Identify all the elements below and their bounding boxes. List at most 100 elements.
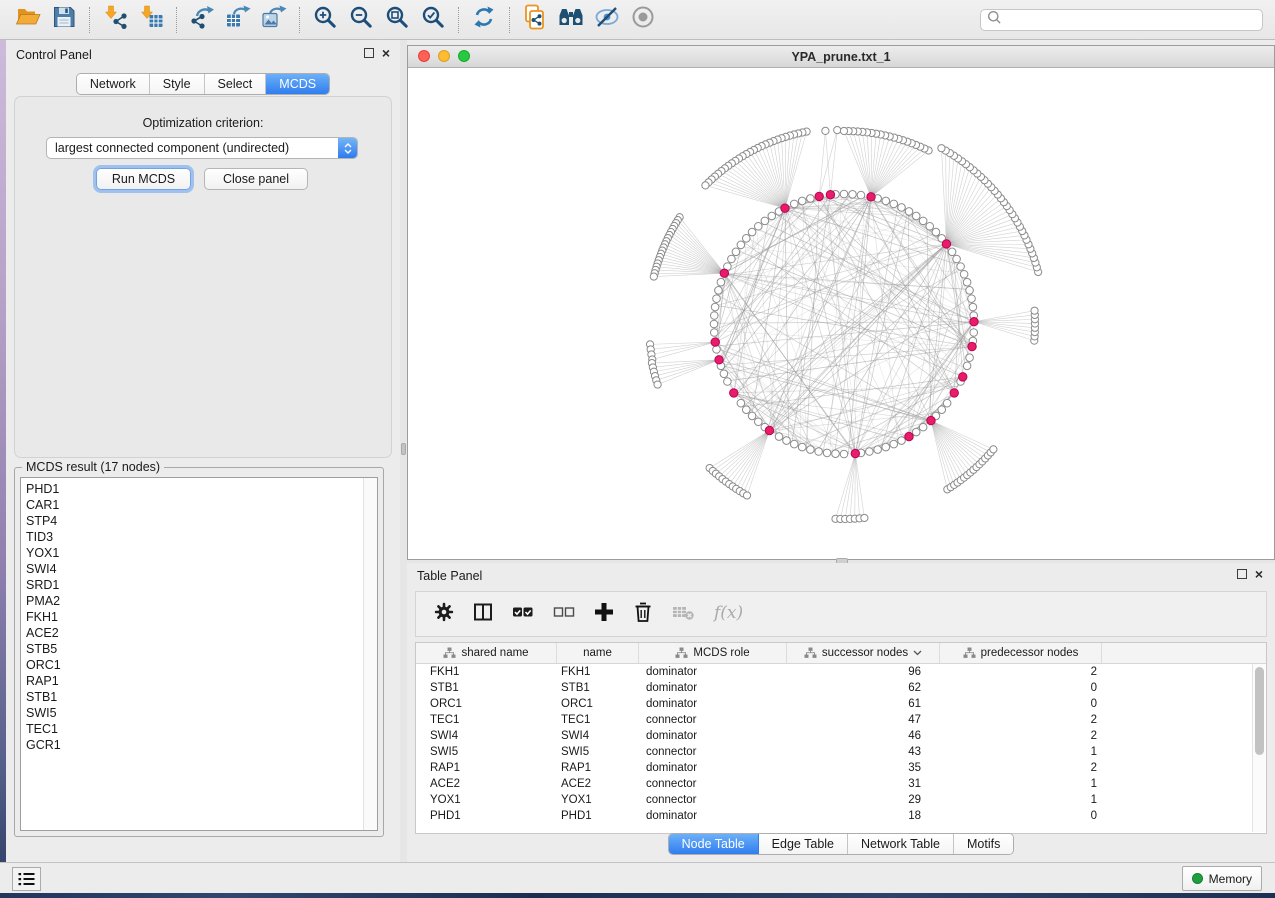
close-panel-icon[interactable]: × bbox=[1255, 569, 1263, 579]
zoom-out-button[interactable] bbox=[343, 4, 379, 36]
column-header-mcds-role[interactable]: MCDS role bbox=[639, 643, 787, 663]
list-item[interactable]: CAR1 bbox=[21, 497, 377, 513]
refresh-button[interactable] bbox=[466, 4, 502, 36]
criterion-dropdown[interactable]: largest connected component (undirected) bbox=[46, 137, 358, 159]
deselect-all-button[interactable] bbox=[552, 601, 576, 628]
list-item[interactable]: PMA2 bbox=[21, 593, 377, 609]
list-item[interactable]: GCR1 bbox=[21, 737, 377, 753]
float-panel-icon[interactable] bbox=[364, 48, 374, 58]
table-scrollbar[interactable] bbox=[1252, 664, 1266, 832]
search-input[interactable] bbox=[1006, 12, 1262, 28]
window-zoom-icon[interactable] bbox=[458, 50, 470, 62]
list-item[interactable]: STP4 bbox=[21, 513, 377, 529]
table-settings-button[interactable] bbox=[433, 601, 455, 628]
list-item[interactable]: STB5 bbox=[21, 641, 377, 657]
control-panel-title: Control Panel bbox=[16, 48, 92, 62]
tab-select[interactable]: Select bbox=[205, 74, 267, 94]
export-image-button[interactable] bbox=[256, 4, 292, 36]
toolbar-separator bbox=[509, 7, 510, 33]
network-window-titlebar[interactable]: YPA_prune.txt_1 bbox=[408, 46, 1274, 68]
import-network-button[interactable] bbox=[97, 4, 133, 36]
new-network-from-selection-button[interactable] bbox=[517, 4, 553, 36]
table-row[interactable]: PHD1PHD1dominator180 bbox=[416, 808, 1266, 824]
list-item[interactable]: SRD1 bbox=[21, 577, 377, 593]
delete-column-button[interactable] bbox=[671, 601, 695, 628]
close-panel-icon[interactable]: × bbox=[382, 48, 390, 58]
save-icon bbox=[52, 5, 76, 34]
search-field[interactable] bbox=[980, 9, 1263, 31]
column-header-shared-name[interactable]: shared name bbox=[416, 643, 557, 663]
toolbar-separator bbox=[89, 7, 90, 33]
scrollbar-thumb[interactable] bbox=[1255, 667, 1264, 755]
tab-network[interactable]: Network bbox=[77, 74, 150, 94]
list-item[interactable]: STB1 bbox=[21, 689, 377, 705]
search-icon bbox=[987, 10, 1002, 30]
table-row[interactable]: STB1STB1dominator620 bbox=[416, 680, 1266, 696]
export-network-button[interactable] bbox=[184, 4, 220, 36]
desktop-wallpaper-bottom bbox=[0, 893, 1275, 898]
run-mcds-button[interactable]: Run MCDS bbox=[96, 168, 191, 190]
table-row[interactable]: SWI4SWI4dominator462 bbox=[416, 728, 1266, 744]
table-row[interactable]: YOX1YOX1connector291 bbox=[416, 792, 1266, 808]
list-item[interactable]: TEC1 bbox=[21, 721, 377, 737]
tab-style[interactable]: Style bbox=[150, 74, 205, 94]
hide-selected-button[interactable] bbox=[589, 4, 625, 36]
hierarchy-icon bbox=[675, 647, 688, 659]
add-column-button[interactable] bbox=[593, 601, 615, 628]
toolbar-separator bbox=[458, 7, 459, 33]
mcds-result-list[interactable]: PHD1CAR1STP4TID3YOX1SWI4SRD1PMA2FKH1ACE2… bbox=[20, 477, 378, 831]
table-row[interactable]: FKH1FKH1dominator962 bbox=[416, 664, 1266, 680]
list-item[interactable]: SWI5 bbox=[21, 705, 377, 721]
list-item[interactable]: ACE2 bbox=[21, 625, 377, 641]
table-row[interactable]: SWI5SWI5connector431 bbox=[416, 744, 1266, 760]
fit-content-button[interactable] bbox=[379, 4, 415, 36]
window-close-icon[interactable] bbox=[418, 50, 430, 62]
save-session-button[interactable] bbox=[46, 4, 82, 36]
tab-network-table[interactable]: Network Table bbox=[848, 834, 954, 854]
import-table-button[interactable] bbox=[133, 4, 169, 36]
memory-button[interactable]: Memory bbox=[1182, 866, 1262, 891]
show-all-button[interactable] bbox=[625, 4, 661, 36]
table-row[interactable]: ACE2ACE2connector311 bbox=[416, 776, 1266, 792]
column-header-name[interactable]: name bbox=[557, 643, 639, 663]
function-builder-button[interactable]: f(x) bbox=[712, 600, 748, 629]
delete-button[interactable] bbox=[632, 601, 654, 628]
open-file-button[interactable] bbox=[10, 4, 46, 36]
zoom-in-button[interactable] bbox=[307, 4, 343, 36]
show-panels-button[interactable] bbox=[12, 867, 41, 891]
export-table-button[interactable] bbox=[220, 4, 256, 36]
table-row[interactable]: RAP1RAP1dominator352 bbox=[416, 760, 1266, 776]
select-all-button[interactable] bbox=[511, 601, 535, 628]
tab-motifs[interactable]: Motifs bbox=[954, 834, 1013, 854]
table-row[interactable]: TEC1TEC1connector472 bbox=[416, 712, 1266, 728]
list-item[interactable]: SWI4 bbox=[21, 561, 377, 577]
hierarchy-icon bbox=[963, 647, 976, 659]
column-header-successor-nodes[interactable]: successor nodes bbox=[787, 643, 940, 663]
network-canvas[interactable] bbox=[408, 67, 1274, 559]
vertical-split-divider[interactable] bbox=[400, 40, 407, 862]
list-item[interactable]: RAP1 bbox=[21, 673, 377, 689]
window-minimize-icon[interactable] bbox=[438, 50, 450, 62]
mcds-tab-content: Optimization criterion: largest connecte… bbox=[14, 96, 392, 458]
list-item[interactable]: PHD1 bbox=[21, 481, 377, 497]
list-item[interactable]: TID3 bbox=[21, 529, 377, 545]
zoom-selected-button[interactable] bbox=[415, 4, 451, 36]
column-header-predecessor-nodes[interactable]: predecessor nodes bbox=[940, 643, 1102, 663]
network-window-title: YPA_prune.txt_1 bbox=[791, 50, 890, 64]
table-toolbar: f(x) bbox=[415, 591, 1267, 637]
close-panel-button[interactable]: Close panel bbox=[204, 168, 308, 190]
table-row[interactable]: ORC1ORC1dominator610 bbox=[416, 696, 1266, 712]
import-network-icon bbox=[103, 5, 127, 34]
search-network-button[interactable] bbox=[553, 4, 589, 36]
open-file-icon bbox=[15, 5, 41, 34]
tab-mcds[interactable]: MCDS bbox=[266, 74, 329, 94]
float-panel-icon[interactable] bbox=[1237, 569, 1247, 579]
list-item[interactable]: ORC1 bbox=[21, 657, 377, 673]
list-item[interactable]: FKH1 bbox=[21, 609, 377, 625]
show-columns-button[interactable] bbox=[472, 601, 494, 628]
binoculars-icon bbox=[558, 6, 584, 33]
tab-node-table[interactable]: Node Table bbox=[669, 834, 759, 854]
mcds-list-scrollbar[interactable] bbox=[363, 478, 377, 830]
tab-edge-table[interactable]: Edge Table bbox=[759, 834, 848, 854]
list-item[interactable]: YOX1 bbox=[21, 545, 377, 561]
